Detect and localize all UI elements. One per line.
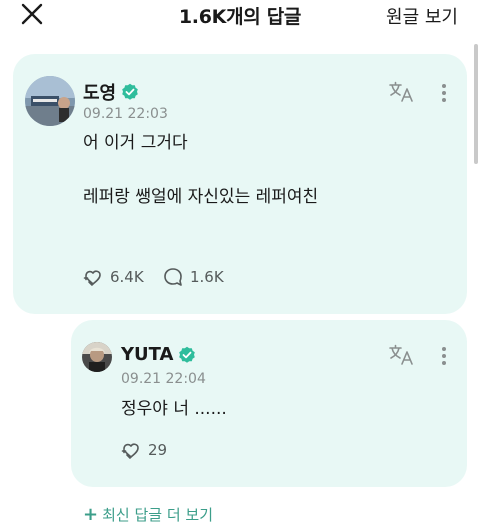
- reply-author[interactable]: YUTA: [121, 344, 196, 365]
- translate-button[interactable]: [389, 81, 415, 103]
- avatar[interactable]: [25, 76, 75, 126]
- reply-card: YUTA 09.21 22:04 정우야 너 ...... 29: [71, 320, 467, 487]
- translate-icon: [389, 81, 413, 102]
- translate-icon: [389, 344, 413, 365]
- comment-card: 도영 09.21 22:03 어 이거 그거다 레퍼랑 쌩얼에 자신있는 레퍼여…: [13, 54, 467, 314]
- timestamp: 09.21 22:04: [121, 371, 206, 387]
- more-options-button[interactable]: [439, 81, 449, 105]
- username-label: 도영: [83, 83, 117, 104]
- avatar[interactable]: [82, 342, 112, 372]
- like-count: 29: [148, 441, 168, 459]
- translate-button[interactable]: [389, 344, 415, 366]
- verified-icon: [179, 346, 196, 363]
- comment-icon: [164, 268, 182, 286]
- reply-body: 정우야 너 ......: [121, 399, 227, 419]
- like-icon: [121, 443, 139, 459]
- like-button[interactable]: 6.4K: [83, 267, 144, 287]
- timestamp: 09.21 22:03: [83, 106, 168, 122]
- more-replies-label: 최신 답글 더 보기: [102, 506, 213, 524]
- top-bar: 1.6K개의 답글 원글 보기: [0, 0, 480, 30]
- comment-author[interactable]: 도영: [83, 79, 139, 105]
- reply-count-button[interactable]: 1.6K: [163, 267, 224, 287]
- like-count: 6.4K: [110, 268, 144, 286]
- avatar-image: [82, 342, 112, 372]
- view-original-button[interactable]: 원글 보기: [386, 3, 458, 29]
- reply-count: 1.6K: [190, 268, 224, 286]
- more-options-button[interactable]: [439, 344, 449, 368]
- verified-icon: [122, 83, 138, 100]
- more-vertical-icon: [442, 347, 446, 351]
- comment-body: 어 이거 그거다 레퍼랑 쌩얼에 자신있는 레퍼여친: [83, 133, 319, 207]
- like-button[interactable]: 29: [121, 440, 167, 460]
- plus-icon: +: [83, 504, 99, 525]
- like-icon: [83, 270, 101, 286]
- more-replies-button[interactable]: + 최신 답글 더 보기: [83, 504, 213, 525]
- scrollbar[interactable]: [474, 44, 478, 164]
- more-vertical-icon: [442, 84, 446, 88]
- username-label: YUTA: [121, 344, 174, 365]
- avatar-image: [25, 76, 75, 126]
